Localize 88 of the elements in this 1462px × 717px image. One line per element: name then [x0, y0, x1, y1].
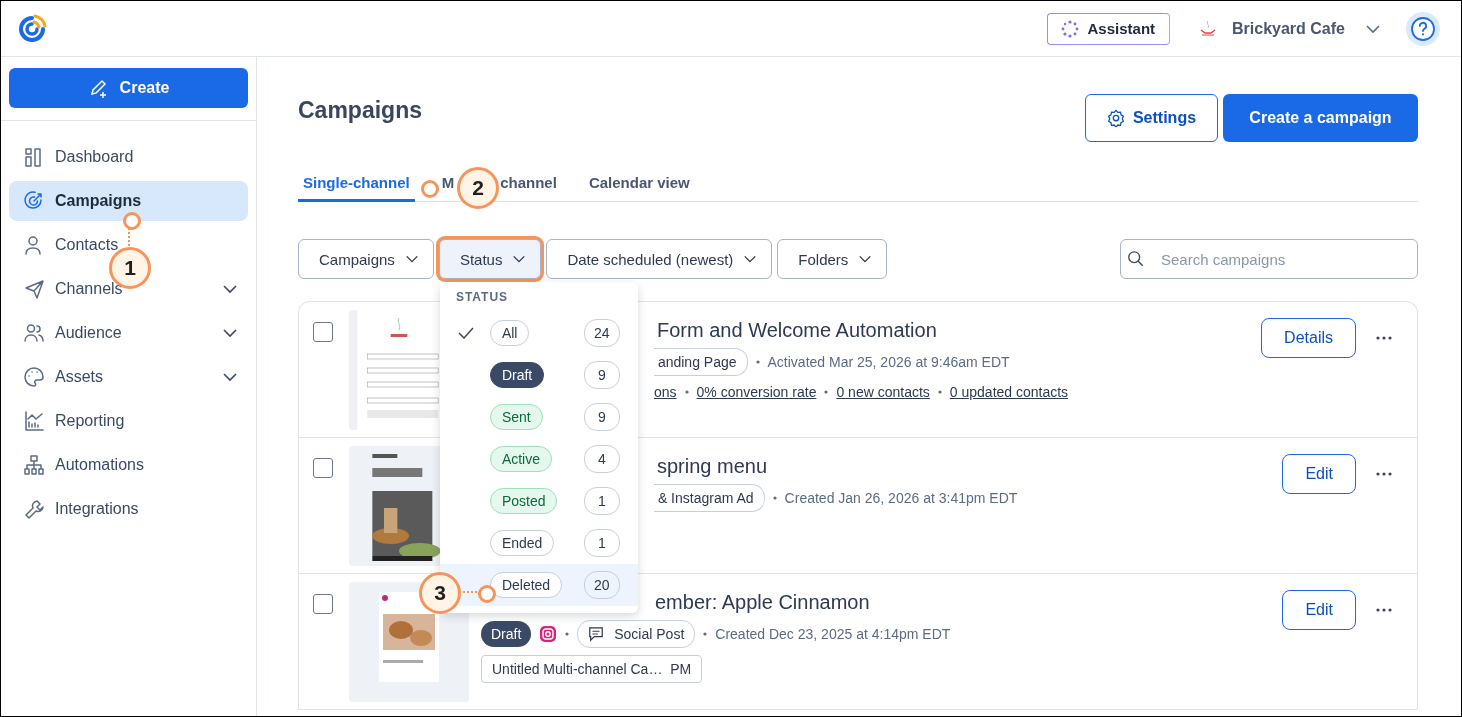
sidebar-item[interactable]: Reporting [9, 401, 248, 441]
callout-marker [421, 180, 439, 198]
type-chip: Social Post [577, 620, 696, 648]
create-button[interactable]: Create [9, 68, 248, 108]
date-text: Created Jan 26, 2026 at 3:41pm EDT [784, 490, 1018, 506]
logo-icon[interactable] [16, 12, 48, 45]
nav-icon [23, 454, 45, 476]
settings-button[interactable]: Settings [1085, 94, 1218, 142]
account-menu[interactable]: Brickyard Cafe [1198, 18, 1381, 39]
row-action-button[interactable]: Details [1261, 318, 1356, 358]
status-badge: Active [489, 446, 552, 472]
menu-item[interactable]: Ended 1 [439, 522, 638, 564]
tab[interactable]: M [436, 172, 455, 202]
checkbox[interactable] [313, 458, 333, 478]
instagram-icon [539, 625, 558, 643]
count-badge: 4 [583, 445, 620, 473]
separator-dot [772, 496, 777, 500]
separator-dot [703, 632, 708, 636]
search-field[interactable]: Search campaigns [1120, 239, 1418, 279]
count-badge: 9 [583, 361, 620, 389]
status-badge: Posted [489, 488, 558, 514]
nav-icon [23, 366, 45, 388]
gear-icon [1106, 109, 1125, 127]
separator-dot [824, 390, 829, 394]
type-chip: anding Page [654, 348, 748, 376]
menu-item[interactable]: Active 4 [439, 438, 638, 480]
row-action-button[interactable]: Edit [1282, 590, 1356, 630]
count-badge: 20 [583, 571, 620, 599]
row-action-button[interactable]: Edit [1282, 454, 1356, 494]
count-badge: 1 [583, 487, 620, 515]
page-title: Campaigns [298, 96, 422, 124]
callout-marker [123, 212, 141, 230]
nav-icon [23, 498, 45, 520]
separator-dot [755, 360, 760, 364]
status-badge: Ended [489, 530, 555, 556]
nav-icon [23, 278, 45, 300]
menu-heading: STATUS [454, 289, 510, 306]
filter-dropdown[interactable]: Campaigns [298, 239, 434, 279]
checkbox[interactable] [313, 322, 333, 342]
tab[interactable]: Calendar view [583, 172, 695, 202]
nav-icon [23, 322, 45, 344]
sidebar-item[interactable]: Dashboard [9, 137, 248, 177]
status-badge: Deleted [489, 572, 563, 598]
stat-link[interactable]: 0 updated contacts [949, 384, 1069, 400]
stat-link[interactable]: ons [654, 384, 677, 400]
sidebar-item[interactable]: Audience [9, 313, 248, 353]
sidebar-item[interactable]: Automations [9, 445, 248, 485]
type-chip: & Instagram Ad [654, 484, 765, 512]
sidebar-item[interactable]: Campaigns [9, 181, 248, 221]
sidebar-item[interactable]: Integrations [9, 489, 248, 529]
filter-dropdown[interactable]: Date scheduled (newest) [546, 239, 773, 279]
separator-dot [565, 632, 570, 636]
sidebar-item[interactable]: Assets [9, 357, 248, 397]
callout-number: 2 [457, 167, 499, 209]
menu-item[interactable]: Draft 9 [439, 354, 638, 396]
tab[interactable]: Single-channel [298, 172, 415, 202]
count-badge: 1 [583, 529, 620, 557]
count-badge: 9 [583, 403, 620, 431]
sparkle-icon [1059, 18, 1080, 39]
stat-link[interactable]: 0% conversion rate [696, 384, 817, 400]
date-text: Created Dec 23, 2025 at 4:14pm EDT [715, 626, 951, 642]
chat-icon [588, 626, 605, 642]
nav-icon [23, 190, 45, 212]
campaign-chip: Untitled Multi-channel Ca… PM [481, 655, 703, 683]
stat-link[interactable]: 0 new contacts [836, 384, 930, 400]
search-icon [1127, 250, 1145, 268]
nav-icon [23, 410, 45, 432]
separator-dot [937, 390, 942, 394]
status-badge: All [489, 320, 530, 346]
menu-item[interactable]: All 24 [439, 312, 638, 354]
filter-dropdown[interactable]: Status [438, 239, 542, 279]
checkbox[interactable] [313, 594, 333, 614]
menu-item[interactable]: Posted 1 [439, 480, 638, 522]
assistant-button[interactable]: Assistant [1046, 12, 1171, 45]
status-badge: Draft [489, 362, 545, 388]
create-campaign-button[interactable]: Create a campaign [1223, 94, 1418, 142]
date-text: Activated Mar 25, 2026 at 9:46am EDT [767, 354, 1010, 370]
menu-item[interactable]: Sent 9 [439, 396, 638, 438]
more-icon[interactable] [1376, 472, 1392, 476]
status-badge: Draft [481, 621, 532, 647]
more-icon[interactable] [1376, 608, 1392, 612]
count-badge: 24 [583, 319, 620, 347]
tab[interactable]: channel [500, 172, 562, 202]
help-icon[interactable] [1405, 10, 1441, 47]
separator-dot [684, 390, 689, 394]
status-badge: Sent [489, 404, 543, 430]
filter-dropdown[interactable]: Folders [777, 239, 888, 279]
more-icon[interactable] [1376, 336, 1392, 340]
